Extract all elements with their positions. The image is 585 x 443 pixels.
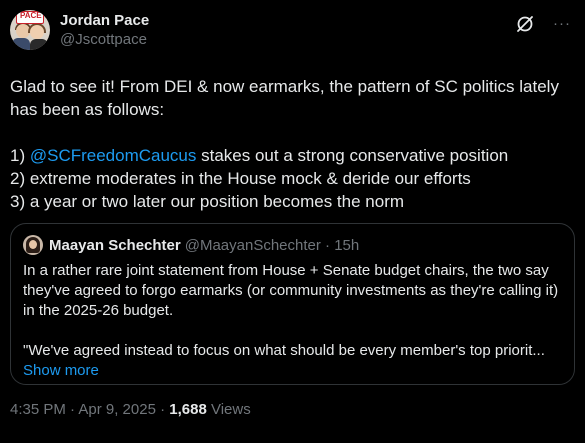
more-icon[interactable]: ··· <box>553 15 571 33</box>
grok-icon[interactable] <box>515 14 535 34</box>
tweet-item-1: 1) @SCFreedomCaucus stakes out a strong … <box>10 146 509 165</box>
avatar-sign-text: PACE <box>20 11 42 20</box>
tweet-card: PACE Jordan Pace @Jscottpace ··· Glad to… <box>0 0 585 443</box>
quoted-tweet-header: Maayan Schechter @MaayanSchechter · 15h <box>23 235 562 255</box>
tweet-top-actions: ··· <box>515 14 571 34</box>
tweet-item-2: 2) extreme moderates in the House mock &… <box>10 169 471 188</box>
tweet-header: PACE Jordan Pace @Jscottpace <box>10 10 575 60</box>
quoted-author-avatar <box>23 235 43 255</box>
views-label: Views <box>206 401 251 418</box>
tweet-timestamp[interactable]: 4:35 PM · Apr 9, 2025 · <box>10 401 169 418</box>
views-count: 1,688 <box>169 401 207 418</box>
quoted-tweet[interactable]: Maayan Schechter @MaayanSchechter · 15h … <box>10 223 575 385</box>
quoted-tweet-text: In a rather rare joint statement from Ho… <box>23 261 562 381</box>
author-handle[interactable]: @Jscottpace <box>60 30 149 50</box>
show-more-link[interactable]: Show more <box>23 361 562 381</box>
author-display-name[interactable]: Jordan Pace <box>60 12 149 30</box>
author-avatar[interactable]: PACE <box>10 10 50 50</box>
quoted-author-name: Maayan Schechter <box>49 236 181 254</box>
mention-link[interactable]: @SCFreedomCaucus <box>30 146 197 165</box>
quoted-paragraph-2: "We've agreed instead to focus on what s… <box>23 342 545 359</box>
tweet-item-3: 3) a year or two later our position beco… <box>10 192 405 211</box>
author-names: Jordan Pace @Jscottpace <box>60 10 149 50</box>
quoted-paragraph-1: In a rather rare joint statement from Ho… <box>23 262 559 319</box>
tweet-intro: Glad to see it! From DEI & now earmarks,… <box>10 77 559 119</box>
tweet-body: Glad to see it! From DEI & now earmarks,… <box>10 75 575 213</box>
quoted-author-handle: @MaayanSchechter · 15h <box>184 236 360 254</box>
tweet-meta: 4:35 PM · Apr 9, 2025 · 1,688 Views <box>10 400 575 420</box>
